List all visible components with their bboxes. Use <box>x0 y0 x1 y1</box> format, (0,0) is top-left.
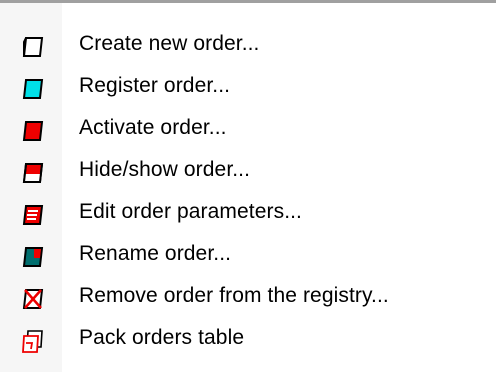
menu-item-label: Remove order from the registry... <box>79 284 389 307</box>
context-menu: Create new order... Register order... Ac… <box>0 0 496 372</box>
edit-parameters-icon <box>20 202 46 228</box>
activate-order-icon <box>20 118 46 144</box>
menu-item-register-order[interactable]: Register order... <box>0 67 496 109</box>
rename-order-icon <box>20 244 46 270</box>
menu-item-label: Pack orders table <box>79 326 245 349</box>
menu-item-remove-order[interactable]: Remove order from the registry... <box>0 277 496 319</box>
menu-item-activate-order[interactable]: Activate order... <box>0 109 496 151</box>
menu-item-label: Hide/show order... <box>79 158 251 181</box>
hide-show-order-icon <box>20 160 46 186</box>
menu-item-label: Create new order... <box>79 32 260 55</box>
menu-item-hide-show-order[interactable]: Hide/show order... <box>0 151 496 193</box>
new-order-icon <box>20 34 46 60</box>
menu-item-label: Register order... <box>79 74 231 97</box>
menu-item-create-new-order[interactable]: Create new order... <box>0 25 496 67</box>
menu-item-label: Edit order parameters... <box>79 200 302 223</box>
menu-item-label: Activate order... <box>79 116 227 139</box>
menu-item-label: Rename order... <box>79 242 232 265</box>
register-order-icon <box>20 76 46 102</box>
menu-item-pack-orders-table[interactable]: Pack orders table <box>0 319 496 361</box>
menu-item-rename-order[interactable]: Rename order... <box>0 235 496 277</box>
remove-order-icon <box>20 286 46 312</box>
menu-item-edit-order-parameters[interactable]: Edit order parameters... <box>0 193 496 235</box>
pack-table-icon <box>20 328 46 354</box>
